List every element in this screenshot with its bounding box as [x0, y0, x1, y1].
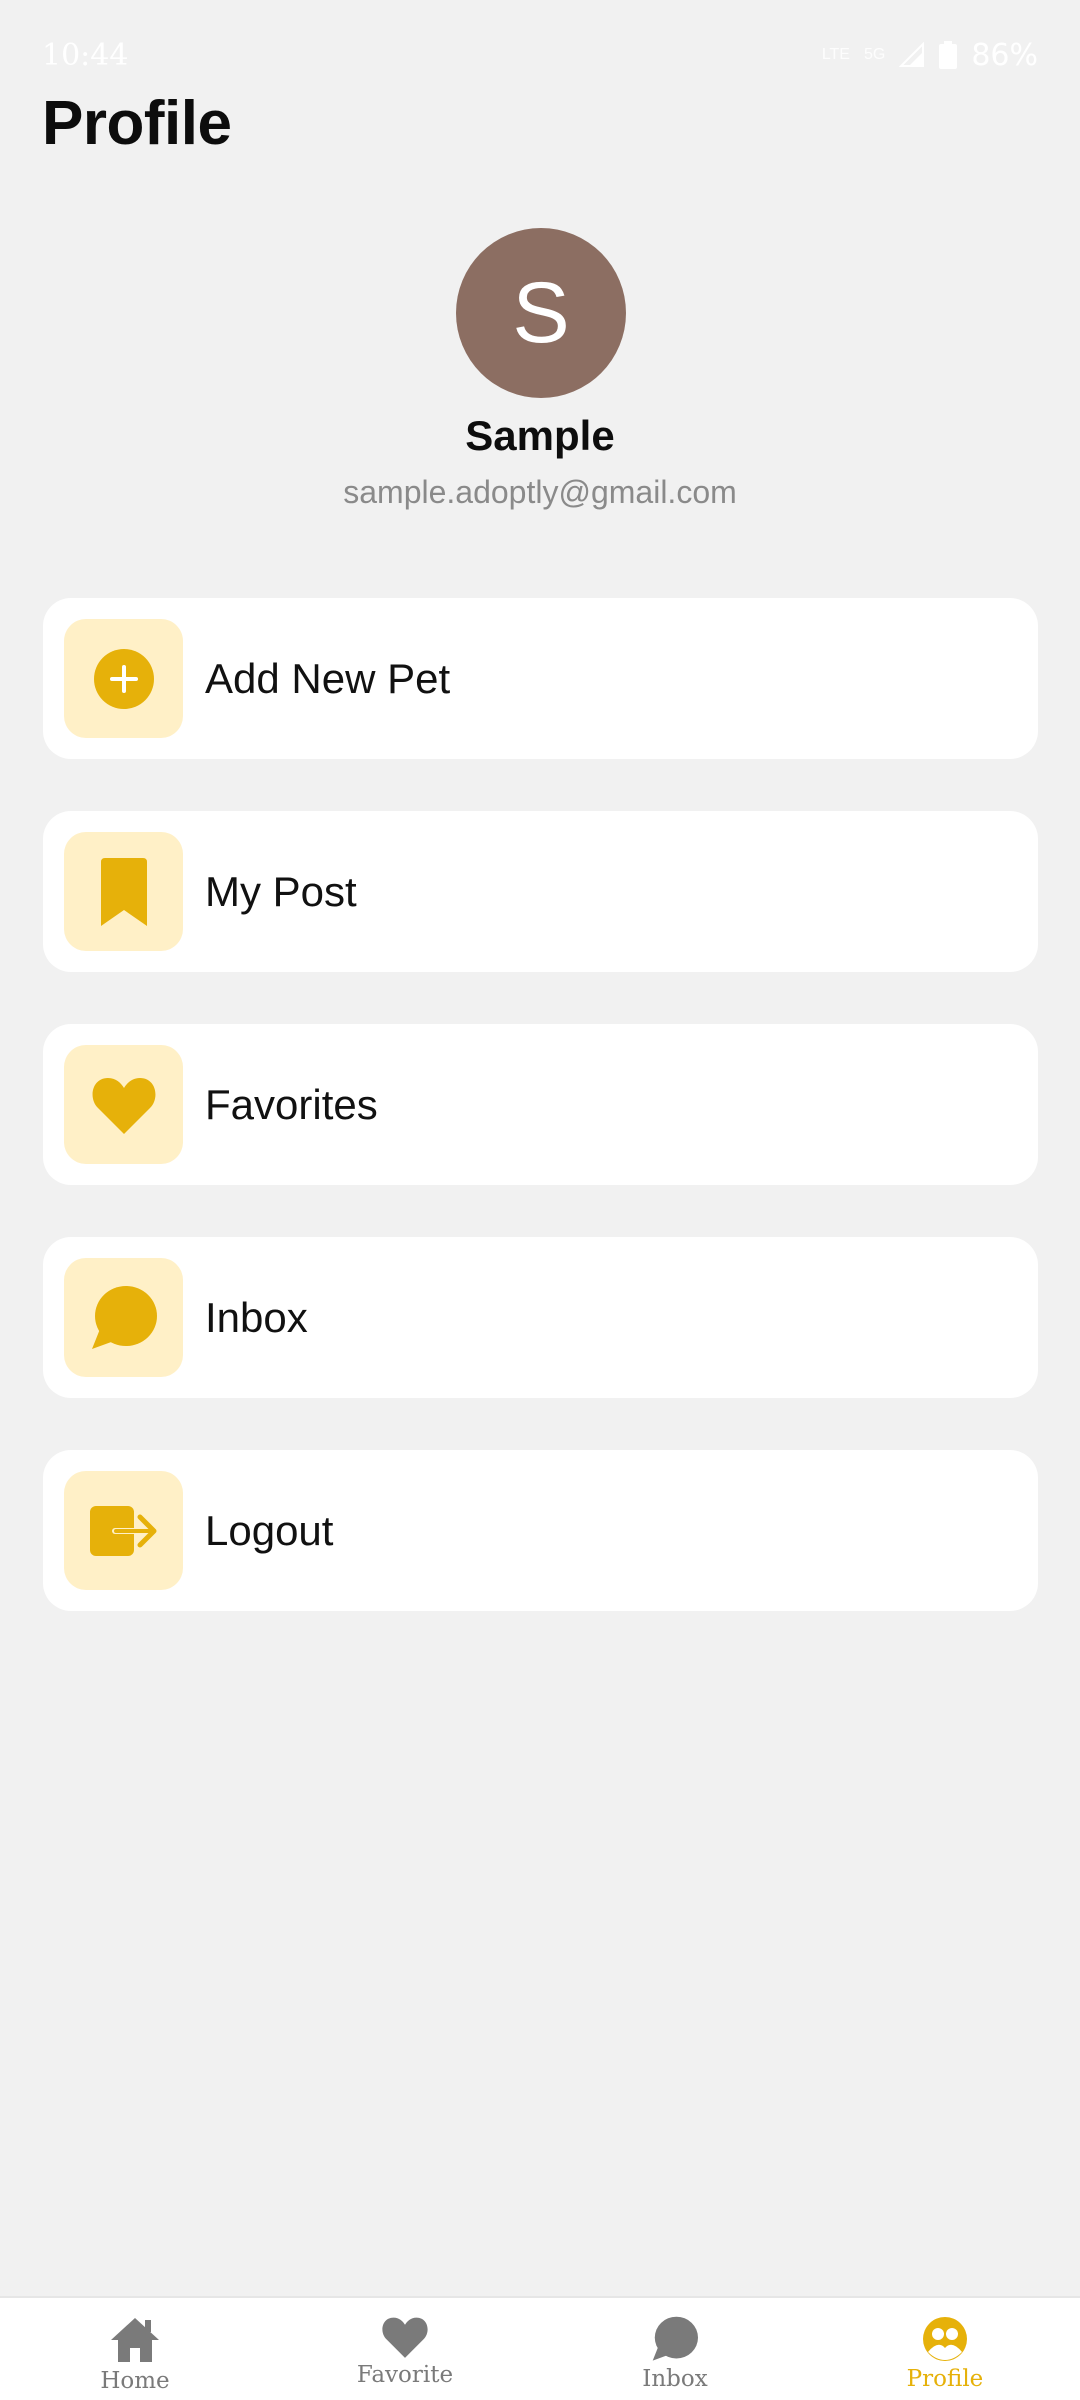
icon-tile — [64, 1471, 183, 1590]
signal-icon — [899, 42, 925, 67]
chat-bubble-icon — [652, 2316, 698, 2361]
menu-item-logout[interactable]: Logout — [43, 1450, 1038, 1611]
profile-icon — [923, 2317, 967, 2361]
heart-icon — [382, 2317, 428, 2358]
nav-item-home[interactable]: Home — [0, 2298, 270, 2394]
nav-item-inbox[interactable]: Inbox — [540, 2298, 810, 2392]
chat-bubble-icon — [91, 1285, 157, 1349]
nav-item-favorite[interactable]: Favorite — [270, 2298, 540, 2388]
bottom-nav: Home Favorite Inbox Profile — [0, 2296, 1080, 2400]
nav-label: Favorite — [356, 2362, 454, 2388]
avatar-initial: S — [512, 264, 570, 361]
nav-label: Profile — [906, 2366, 984, 2392]
network-indicator: 5G — [863, 46, 886, 63]
menu-item-label: Favorites — [205, 1080, 378, 1128]
battery-icon — [939, 41, 958, 69]
icon-tile — [64, 1045, 183, 1164]
icon-tile — [64, 619, 183, 738]
heart-icon — [92, 1077, 155, 1134]
battery-level: 86% — [971, 37, 1038, 73]
bookmark-icon — [100, 857, 147, 926]
status-icons: LTE 5G 86% — [822, 38, 1038, 73]
lte-indicator: LTE — [821, 46, 850, 63]
nav-label: Inbox — [642, 2366, 708, 2392]
menu-item-label: Logout — [205, 1506, 334, 1554]
user-email: sample.adoptly@gmail.com — [343, 474, 737, 510]
icon-tile — [64, 1258, 183, 1377]
status-time: 10:44 — [42, 37, 129, 73]
logout-icon — [89, 1505, 156, 1556]
add-circle-icon — [93, 648, 154, 709]
menu-item-my-post[interactable]: My Post — [43, 811, 1038, 972]
profile-screen: 10:44 LTE 5G 86% Profile S Sample sample… — [0, 0, 1080, 2400]
profile-menu: Add New Pet My Post Favorites Inbox Logo… — [43, 598, 1038, 1663]
avatar: S — [456, 228, 626, 398]
menu-item-label: Inbox — [205, 1293, 308, 1341]
page-title: Profile — [42, 89, 232, 158]
nav-item-profile[interactable]: Profile — [810, 2298, 1080, 2392]
icon-tile — [64, 832, 183, 951]
home-icon — [111, 2318, 159, 2362]
menu-item-label: My Post — [205, 867, 357, 915]
menu-item-inbox[interactable]: Inbox — [43, 1237, 1038, 1398]
menu-item-label: Add New Pet — [205, 654, 451, 702]
user-name: Sample — [465, 412, 615, 459]
nav-label: Home — [100, 2368, 170, 2394]
menu-item-add-new-pet[interactable]: Add New Pet — [43, 598, 1038, 759]
menu-item-favorites[interactable]: Favorites — [43, 1024, 1038, 1185]
